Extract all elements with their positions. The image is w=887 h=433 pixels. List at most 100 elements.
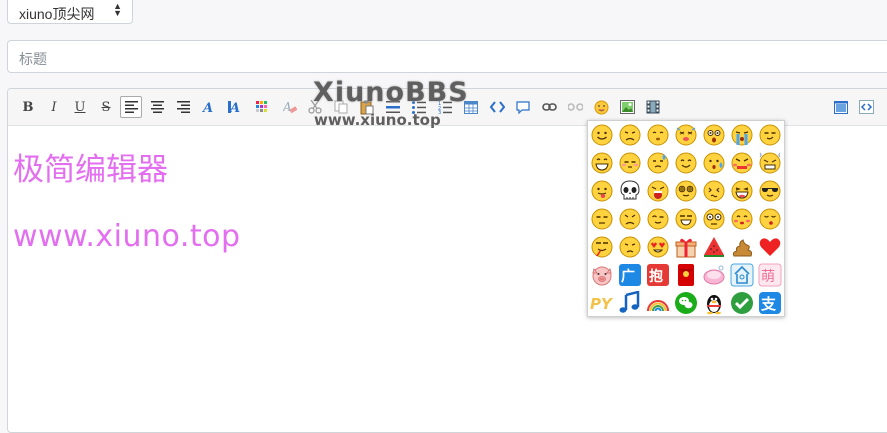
tongue-emoji[interactable] — [590, 179, 614, 203]
strikethrough-button[interactable]: S — [95, 96, 117, 118]
underline-button[interactable]: U — [69, 96, 91, 118]
scared-emoji[interactable] — [702, 123, 726, 147]
alipay-logo[interactable]: 支 — [758, 291, 782, 315]
emoji-button[interactable] — [590, 96, 612, 118]
sleepy-emoji[interactable] — [618, 151, 642, 175]
comment-icon — [516, 100, 530, 114]
svg-text:A: A — [202, 101, 213, 114]
title-placeholder: 标题 — [19, 51, 47, 67]
font-color-icon: A — [202, 101, 213, 114]
svg-text:PY: PY — [590, 295, 614, 313]
code-icon — [489, 101, 505, 113]
bold-button[interactable]: B — [17, 96, 39, 118]
pig-emoji[interactable] — [590, 263, 614, 287]
house-sticker[interactable] — [730, 263, 754, 287]
svg-text:支: 支 — [760, 295, 777, 313]
wink-emoji[interactable] — [646, 207, 670, 231]
weary-emoji[interactable] — [618, 235, 642, 259]
content-line-url: www.xiuno.top — [13, 219, 241, 254]
sad-emoji[interactable] — [618, 123, 642, 147]
red-envelope-sticker[interactable] — [674, 263, 698, 287]
image-button[interactable] — [616, 96, 638, 118]
emoji-panel: 广 抱 萌 PY 支 — [587, 120, 785, 317]
smirk-emoji[interactable] — [758, 123, 782, 147]
shout-emoji[interactable] — [646, 179, 670, 203]
dizzy-emoji[interactable] — [674, 123, 698, 147]
font-color-button[interactable]: A — [198, 96, 220, 118]
select-arrows-icon: ▲ ▼ — [113, 1, 122, 18]
steam-emoji[interactable] — [758, 151, 782, 175]
surprised-emoji[interactable] — [702, 207, 726, 231]
blush-emoji[interactable] — [730, 207, 754, 231]
link-button[interactable] — [538, 96, 560, 118]
emoji-icon — [594, 100, 608, 114]
forum-select-value: xiuno顶尖网 — [19, 6, 95, 22]
spiral-eyes-emoji[interactable] — [674, 179, 698, 203]
gift-emoji[interactable] — [674, 235, 698, 259]
cute-sticker[interactable]: 萌 — [758, 263, 782, 287]
nosebleed-emoji[interactable] — [590, 235, 614, 259]
align-left-button[interactable] — [120, 96, 142, 118]
shy-emoji[interactable] — [646, 123, 670, 147]
py-sticker[interactable]: PY — [590, 291, 614, 315]
skull-emoji[interactable] — [618, 179, 642, 203]
laugh-emoji[interactable] — [730, 179, 754, 203]
soap-sticker[interactable] — [702, 263, 726, 287]
music-note-emoji[interactable] — [618, 291, 642, 315]
heart-emoji[interactable] — [758, 235, 782, 259]
fullscreen-button[interactable] — [830, 96, 852, 118]
forum-select[interactable]: xiuno顶尖网 ▲ ▼ — [7, 0, 133, 24]
svg-text:广: 广 — [621, 268, 635, 285]
watermelon-emoji[interactable] — [702, 235, 726, 259]
align-center-button[interactable] — [146, 96, 168, 118]
crying-emoji[interactable] — [730, 123, 754, 147]
align-right-icon — [176, 101, 190, 113]
grin-emoji[interactable] — [590, 151, 614, 175]
background-color-button[interactable]: A — [224, 96, 246, 118]
color-palette-button[interactable] — [251, 96, 273, 118]
check-badge[interactable] — [730, 291, 754, 315]
hug-sticker[interactable]: 抱 — [646, 263, 670, 287]
nervous-emoji[interactable] — [702, 151, 726, 175]
unlink-icon — [567, 103, 583, 111]
happy-emoji[interactable] — [674, 151, 698, 175]
dull-emoji[interactable] — [590, 207, 614, 231]
sweat-emoji[interactable] — [646, 151, 670, 175]
title-input[interactable]: 标题 — [7, 40, 887, 73]
heart-eyes-emoji[interactable] — [646, 235, 670, 259]
ad-sticker[interactable]: 广 — [618, 263, 642, 287]
smile-emoji[interactable] — [590, 123, 614, 147]
rainbow-emoji[interactable] — [646, 291, 670, 315]
squint-emoji[interactable] — [674, 207, 698, 231]
italic-button[interactable]: I — [43, 96, 65, 118]
source-code-button[interactable] — [855, 96, 877, 118]
align-right-button[interactable] — [172, 96, 194, 118]
eraser-icon: A — [283, 100, 297, 114]
confused-emoji[interactable] — [702, 179, 726, 203]
editor-content[interactable]: 极简编辑器 www.xiuno.top — [13, 144, 241, 254]
color-palette-icon — [256, 101, 267, 112]
watermark-url: www.xiuno.top — [314, 111, 441, 129]
frown-emoji[interactable] — [618, 207, 642, 231]
poop-emoji[interactable] — [730, 235, 754, 259]
content-line-heading: 极简编辑器 — [13, 152, 168, 188]
align-center-icon — [150, 101, 164, 113]
code-button[interactable] — [486, 96, 508, 118]
video-icon — [646, 100, 660, 114]
quote-button[interactable] — [512, 96, 534, 118]
kiss-emoji[interactable] — [758, 207, 782, 231]
svg-text:抱: 抱 — [649, 268, 663, 285]
align-left-icon — [124, 101, 138, 113]
video-button[interactable] — [642, 96, 664, 118]
svg-text:萌: 萌 — [761, 269, 775, 285]
unlink-button[interactable] — [564, 96, 586, 118]
sunglasses-emoji[interactable] — [758, 179, 782, 203]
link-icon — [541, 103, 557, 111]
source-code-icon — [858, 100, 874, 114]
background-color-icon: A — [228, 101, 240, 114]
qq-penguin-logo[interactable] — [702, 291, 726, 315]
angry-emoji[interactable] — [730, 151, 754, 175]
clear-format-button[interactable]: A — [279, 96, 301, 118]
image-icon — [619, 100, 635, 114]
wechat-logo[interactable] — [674, 291, 698, 315]
